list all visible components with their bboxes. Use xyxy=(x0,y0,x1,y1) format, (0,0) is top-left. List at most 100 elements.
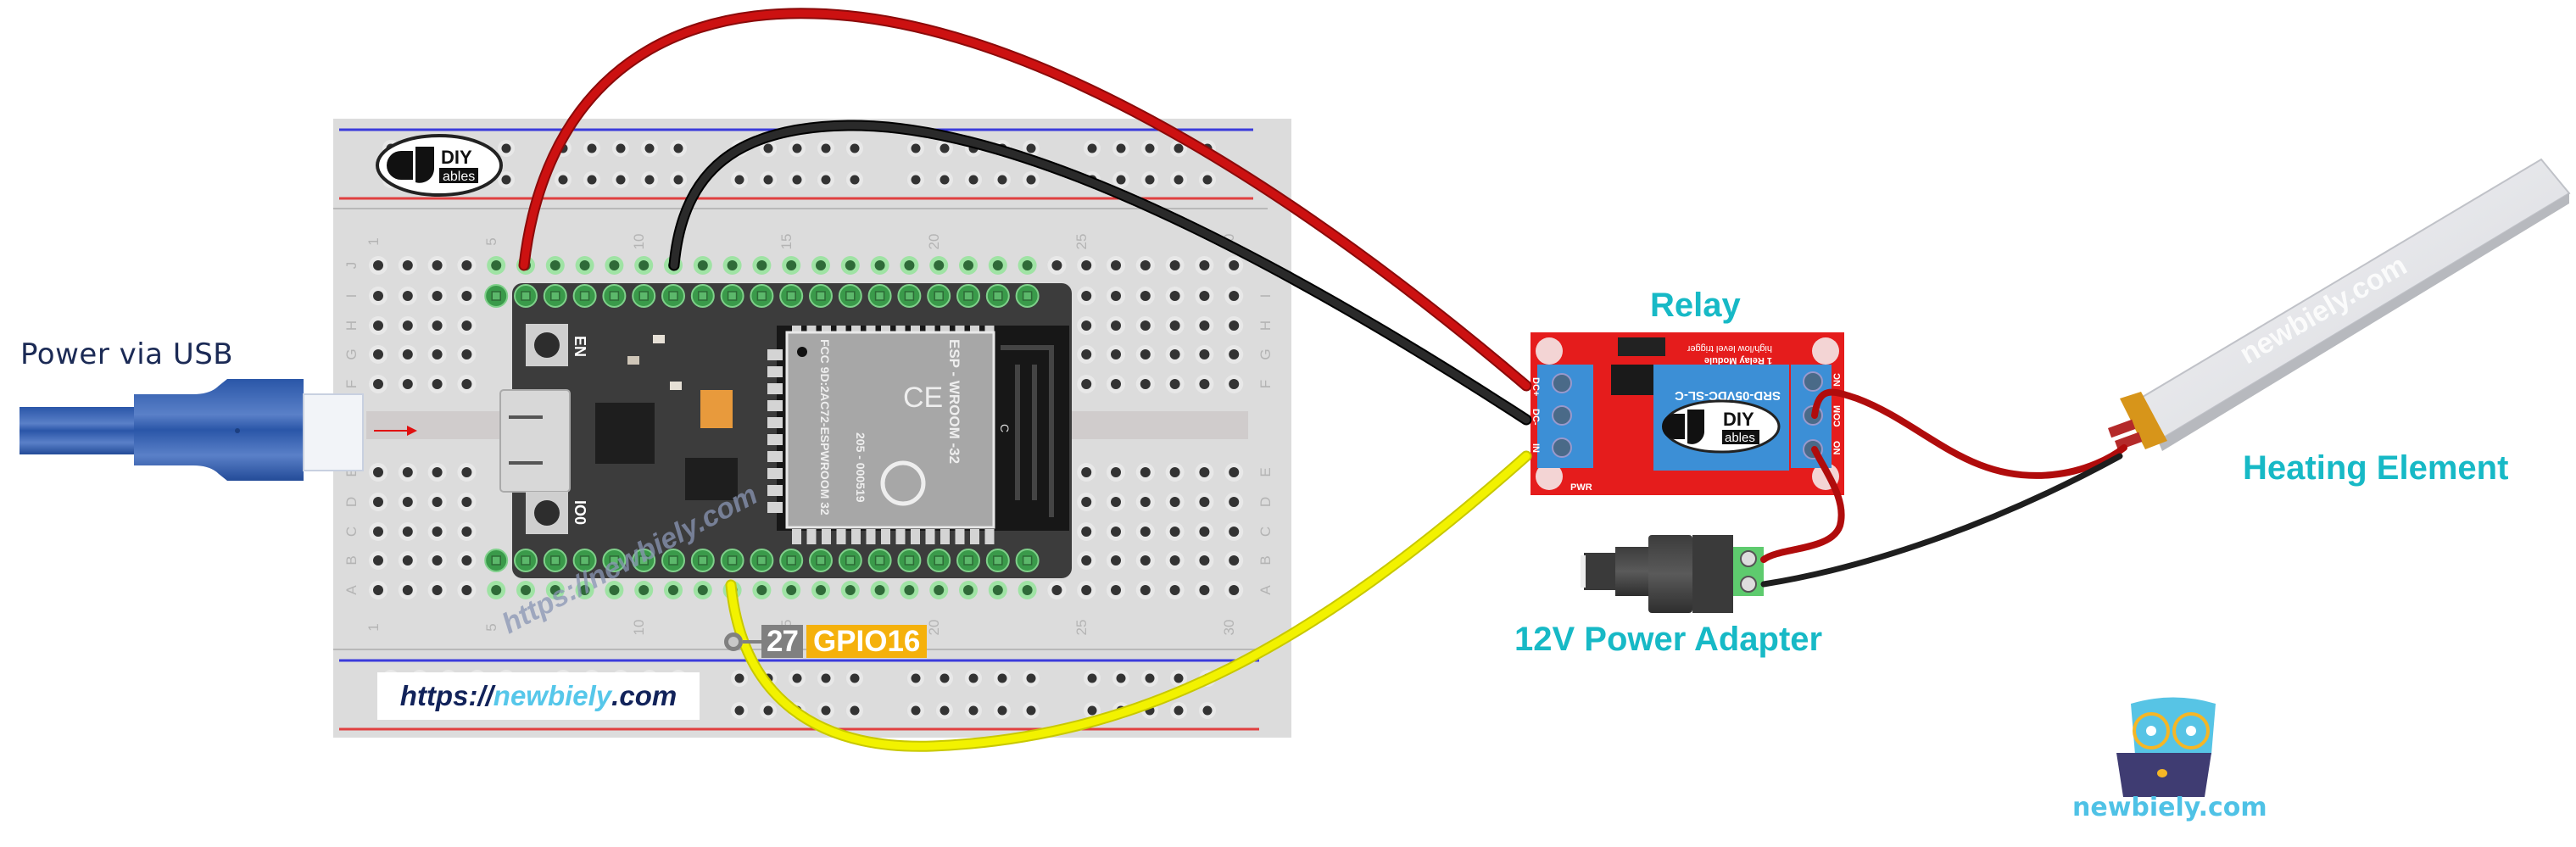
breadboard-hole[interactable] xyxy=(402,320,413,331)
rail-hole[interactable] xyxy=(1145,143,1155,153)
breadboard-hole[interactable] xyxy=(1081,320,1092,331)
breadboard-hole[interactable] xyxy=(432,379,443,389)
breadboard-hole[interactable] xyxy=(373,527,383,537)
breadboard-hole[interactable] xyxy=(1140,467,1151,477)
breadboard-hole[interactable] xyxy=(1229,527,1240,537)
breadboard-hole[interactable] xyxy=(402,585,413,595)
breadboard-hole[interactable] xyxy=(1140,379,1151,389)
breadboard-hole[interactable] xyxy=(1199,555,1210,566)
rail-hole[interactable] xyxy=(821,705,831,716)
breadboard-hole[interactable] xyxy=(461,527,472,537)
breadboard-hole[interactable] xyxy=(1111,467,1121,477)
rail-hole[interactable] xyxy=(850,705,860,716)
breadboard-hole[interactable] xyxy=(1169,497,1180,507)
breadboard-hole[interactable] xyxy=(491,585,502,595)
breadboard-hole[interactable] xyxy=(1169,467,1180,477)
breadboard-hole[interactable] xyxy=(373,497,383,507)
breadboard-hole[interactable] xyxy=(402,555,413,566)
breadboard-hole[interactable] xyxy=(1081,555,1092,566)
breadboard-hole[interactable] xyxy=(1140,555,1151,566)
rail-hole[interactable] xyxy=(501,175,511,185)
breadboard-hole[interactable] xyxy=(402,527,413,537)
rail-hole[interactable] xyxy=(1202,175,1213,185)
breadboard-hole[interactable] xyxy=(373,349,383,359)
breadboard-hole[interactable] xyxy=(461,349,472,359)
breadboard-hole[interactable] xyxy=(373,379,383,389)
breadboard-hole[interactable] xyxy=(816,585,826,595)
breadboard-hole[interactable] xyxy=(461,320,472,331)
breadboard-hole[interactable] xyxy=(1140,585,1151,595)
breadboard-hole[interactable] xyxy=(1229,379,1240,389)
breadboard-hole[interactable] xyxy=(1229,467,1240,477)
rail-hole[interactable] xyxy=(940,673,950,683)
breadboard-hole[interactable] xyxy=(1169,585,1180,595)
breadboard-hole[interactable] xyxy=(461,291,472,301)
breadboard-hole[interactable] xyxy=(638,585,650,595)
breadboard-hole[interactable] xyxy=(1140,291,1151,301)
breadboard-hole[interactable] xyxy=(461,585,472,595)
breadboard-hole[interactable] xyxy=(845,585,856,595)
breadboard-hole[interactable] xyxy=(1140,260,1151,270)
breadboard-hole[interactable] xyxy=(432,291,443,301)
rail-hole[interactable] xyxy=(940,143,950,153)
breadboard-hole[interactable] xyxy=(373,320,383,331)
breadboard-hole[interactable] xyxy=(786,260,797,270)
rail-hole[interactable] xyxy=(734,673,744,683)
rail-hole[interactable] xyxy=(1026,143,1036,153)
rail-hole[interactable] xyxy=(1087,673,1097,683)
breadboard-hole[interactable] xyxy=(1022,585,1033,595)
breadboard-hole[interactable] xyxy=(373,260,383,270)
rail-hole[interactable] xyxy=(1116,175,1126,185)
breadboard-hole[interactable] xyxy=(1229,497,1240,507)
rail-hole[interactable] xyxy=(911,175,921,185)
breadboard-hole[interactable] xyxy=(461,379,472,389)
breadboard-hole[interactable] xyxy=(1229,585,1240,595)
breadboard-hole[interactable] xyxy=(432,585,443,595)
breadboard-hole[interactable] xyxy=(697,585,708,595)
breadboard-hole[interactable] xyxy=(1199,349,1210,359)
breadboard-hole[interactable] xyxy=(1169,260,1180,270)
breadboard-hole[interactable] xyxy=(1111,260,1121,270)
rail-hole[interactable] xyxy=(1026,673,1036,683)
rail-hole[interactable] xyxy=(558,175,568,185)
breadboard-hole[interactable] xyxy=(373,467,383,477)
breadboard-hole[interactable] xyxy=(432,349,443,359)
rail-hole[interactable] xyxy=(792,673,802,683)
rail-hole[interactable] xyxy=(792,175,802,185)
breadboard-hole[interactable] xyxy=(1022,260,1033,270)
breadboard-hole[interactable] xyxy=(1081,349,1092,359)
trigger-jumper[interactable] xyxy=(1618,337,1665,356)
breadboard-hole[interactable] xyxy=(992,585,1003,595)
rail-hole[interactable] xyxy=(644,175,655,185)
breadboard-hole[interactable] xyxy=(1081,467,1092,477)
breadboard-hole[interactable] xyxy=(1229,291,1240,301)
breadboard-hole[interactable] xyxy=(402,467,413,477)
rail-hole[interactable] xyxy=(587,143,597,153)
breadboard-hole[interactable] xyxy=(638,260,650,270)
rail-hole[interactable] xyxy=(763,175,773,185)
breadboard-hole[interactable] xyxy=(697,260,708,270)
breadboard-hole[interactable] xyxy=(461,555,472,566)
rail-hole[interactable] xyxy=(734,175,744,185)
breadboard-hole[interactable] xyxy=(1111,497,1121,507)
breadboard-hole[interactable] xyxy=(1111,320,1121,331)
rail-hole[interactable] xyxy=(1145,175,1155,185)
breadboard-hole[interactable] xyxy=(1169,527,1180,537)
breadboard-hole[interactable] xyxy=(816,260,826,270)
breadboard-hole[interactable] xyxy=(579,260,590,270)
breadboard-hole[interactable] xyxy=(1051,585,1062,595)
breadboard-hole[interactable] xyxy=(461,260,472,270)
breadboard-hole[interactable] xyxy=(373,585,383,595)
breadboard-hole[interactable] xyxy=(1111,379,1121,389)
rail-hole[interactable] xyxy=(1087,143,1097,153)
breadboard-hole[interactable] xyxy=(1229,555,1240,566)
breadboard-hole[interactable] xyxy=(963,585,973,595)
breadboard-hole[interactable] xyxy=(845,260,856,270)
breadboard-hole[interactable] xyxy=(432,467,443,477)
rail-hole[interactable] xyxy=(997,175,1007,185)
breadboard-hole[interactable] xyxy=(461,467,472,477)
breadboard-hole[interactable] xyxy=(992,260,1003,270)
rail-hole[interactable] xyxy=(940,705,950,716)
breadboard-hole[interactable] xyxy=(786,585,797,595)
rail-hole[interactable] xyxy=(1087,705,1097,716)
